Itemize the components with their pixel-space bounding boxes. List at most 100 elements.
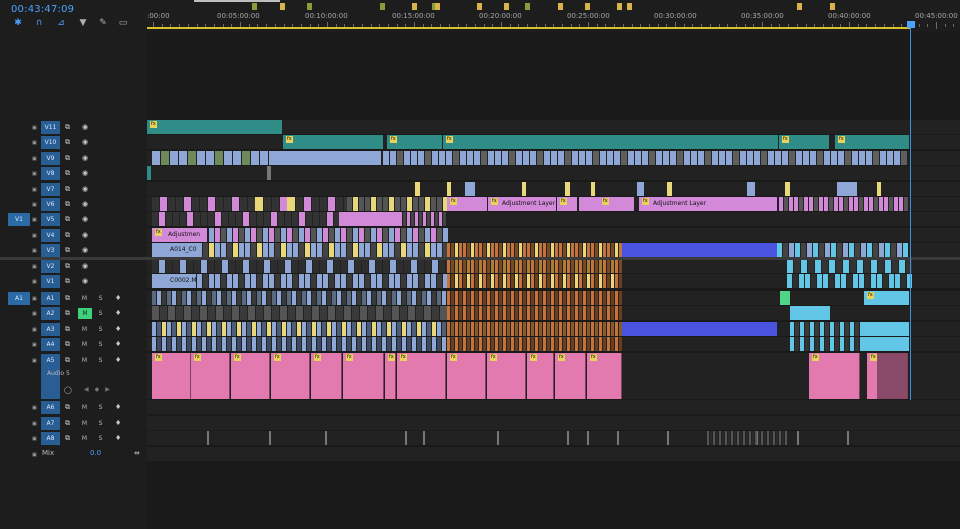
dense-clip[interactable] — [595, 322, 598, 336]
dense-clip[interactable] — [320, 212, 326, 226]
dense-clip[interactable] — [519, 322, 522, 336]
video-track-header-v11[interactable]: ▣ V11 ⧉ ◉ — [0, 120, 147, 135]
dense-clip[interactable] — [507, 259, 510, 273]
dense-clip[interactable] — [511, 306, 514, 320]
dense-clip[interactable] — [317, 337, 321, 351]
dense-clip[interactable] — [299, 274, 304, 288]
dense-clip[interactable] — [312, 337, 316, 351]
dense-clip[interactable] — [565, 151, 571, 165]
solo-track-button[interactable]: S — [95, 355, 106, 366]
dense-clip[interactable] — [272, 322, 276, 336]
timeline-clip[interactable]: fx — [779, 135, 829, 149]
dense-clip[interactable] — [784, 197, 788, 211]
dense-clip[interactable] — [233, 243, 238, 257]
dense-clip[interactable] — [427, 337, 431, 351]
dense-clip[interactable] — [352, 337, 356, 351]
timeline-clip[interactable] — [864, 337, 909, 351]
dense-clip[interactable] — [495, 151, 501, 165]
dense-clip[interactable] — [559, 322, 562, 336]
dense-clip[interactable] — [176, 306, 183, 320]
sync-lock-icon[interactable]: ⧉ — [65, 262, 70, 270]
sync-lock-icon[interactable]: ⧉ — [65, 200, 70, 208]
video-audio-divider[interactable] — [0, 257, 960, 260]
track-lane[interactable] — [147, 447, 960, 461]
dense-clip[interactable] — [152, 306, 159, 320]
dense-clip[interactable] — [451, 243, 454, 257]
dense-clip[interactable] — [805, 337, 809, 351]
audio-clip-small[interactable] — [847, 431, 849, 445]
lock-track-icon[interactable]: ▣ — [32, 404, 37, 412]
dense-clip[interactable] — [599, 259, 602, 273]
dense-clip[interactable] — [677, 151, 683, 165]
dense-clip[interactable] — [814, 197, 818, 211]
dense-clip[interactable] — [815, 322, 819, 336]
dense-clip[interactable] — [864, 197, 868, 211]
dense-clip[interactable] — [795, 243, 800, 257]
sync-lock-icon[interactable]: ⧉ — [65, 154, 70, 162]
audio-track-header-a6[interactable]: ▣ A6 ⧉ M S ♦ — [0, 400, 147, 415]
dense-clip[interactable] — [335, 243, 340, 257]
dense-clip[interactable] — [837, 243, 842, 257]
work-area-bar[interactable] — [147, 27, 910, 29]
audio-clip-waveform[interactable]: fx — [447, 353, 486, 399]
dense-clip[interactable] — [555, 322, 558, 336]
dense-clip[interactable] — [408, 306, 415, 320]
dense-clip[interactable] — [221, 243, 226, 257]
dense-clip[interactable] — [197, 322, 201, 336]
dense-clip[interactable] — [855, 243, 860, 257]
dense-clip[interactable] — [591, 243, 594, 257]
dense-clip[interactable] — [479, 243, 482, 257]
dense-clip[interactable] — [208, 259, 214, 273]
dense-clip[interactable] — [830, 322, 834, 336]
dense-clip[interactable] — [761, 431, 763, 445]
dense-clip[interactable] — [519, 291, 522, 305]
dense-clip[interactable] — [867, 243, 872, 257]
voice-over-record-mic-icon[interactable]: ♦ — [115, 419, 121, 427]
go-to-end-icon[interactable]: ⇹ — [134, 449, 140, 457]
dense-clip[interactable] — [427, 291, 431, 305]
dense-clip[interactable] — [382, 291, 386, 305]
dense-clip[interactable] — [843, 243, 848, 257]
dense-clip[interactable] — [232, 322, 236, 336]
dense-clip[interactable] — [904, 197, 908, 211]
dense-clip[interactable] — [248, 197, 255, 211]
dense-clip[interactable] — [347, 291, 351, 305]
dense-clip[interactable] — [615, 243, 618, 257]
dense-clip[interactable] — [511, 337, 514, 351]
dense-clip[interactable] — [885, 243, 890, 257]
dense-clip[interactable] — [320, 197, 327, 211]
dense-clip[interactable] — [152, 151, 160, 165]
dense-clip[interactable] — [404, 259, 410, 273]
dense-clip[interactable] — [359, 228, 364, 242]
dense-clip[interactable] — [749, 431, 751, 445]
dense-clip[interactable] — [287, 243, 292, 257]
dense-clip[interactable] — [337, 322, 341, 336]
dense-clip[interactable] — [871, 259, 877, 273]
timeline-clip[interactable] — [565, 182, 570, 196]
dense-clip[interactable] — [503, 337, 506, 351]
dense-clip[interactable] — [264, 306, 271, 320]
audio-track-header-a1[interactable]: A1 ▣ A1 ⧉ M S ♦ — [0, 291, 147, 306]
dense-clip[interactable] — [437, 197, 442, 211]
dense-clip[interactable] — [187, 291, 191, 305]
dense-clip[interactable] — [282, 291, 286, 305]
dense-clip[interactable] — [297, 337, 301, 351]
dense-clip[interactable] — [752, 431, 754, 445]
dense-clip[interactable] — [407, 243, 412, 257]
dense-clip[interactable] — [257, 259, 263, 273]
snap-magnet-icon[interactable]: ∩ — [33, 18, 45, 28]
dense-clip[interactable] — [515, 274, 518, 288]
dense-clip[interactable] — [873, 151, 879, 165]
dense-clip[interactable] — [251, 151, 259, 165]
dense-clip[interactable] — [822, 259, 828, 273]
dense-clip[interactable] — [790, 337, 794, 351]
dense-clip[interactable] — [341, 243, 346, 257]
dense-clip[interactable] — [201, 212, 207, 226]
track-target-a7[interactable]: A7 — [41, 417, 60, 430]
dense-clip[interactable] — [483, 306, 486, 320]
timeline-clip[interactable]: C0002.M — [152, 274, 196, 288]
dense-clip[interactable] — [768, 151, 774, 165]
sync-lock-icon[interactable]: ⧉ — [65, 419, 70, 427]
dense-clip[interactable] — [587, 337, 590, 351]
dense-clip[interactable] — [404, 151, 410, 165]
